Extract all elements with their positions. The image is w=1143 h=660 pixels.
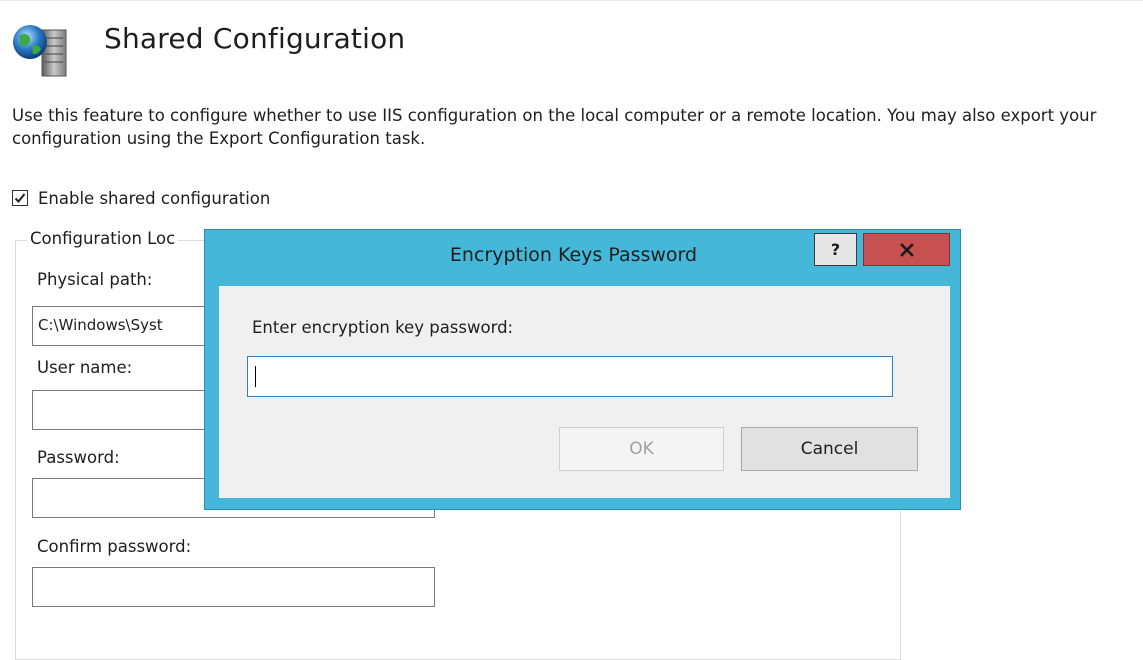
feature-description: Use this feature to configure whether to…	[12, 106, 1097, 148]
password-label: Password:	[37, 448, 120, 467]
top-border	[0, 0, 1143, 1]
enable-shared-config-label: Enable shared configuration	[38, 188, 271, 208]
close-button[interactable]	[863, 233, 950, 266]
user-name-label: User name:	[37, 358, 133, 377]
confirm-password-label: Confirm password:	[37, 537, 192, 556]
encryption-keys-password-dialog: Encryption Keys Password ? Enter encrypt…	[204, 229, 961, 510]
enable-shared-config-checkbox[interactable]	[12, 190, 28, 206]
iis-server-globe-icon	[10, 22, 72, 78]
enable-shared-config-row[interactable]: Enable shared configuration	[12, 186, 270, 210]
checkmark-icon	[14, 193, 26, 203]
cancel-button[interactable]: Cancel	[741, 427, 918, 471]
physical-path-label: Physical path:	[37, 270, 153, 289]
text-caret	[255, 366, 256, 387]
close-icon	[899, 242, 914, 257]
encryption-password-input[interactable]	[247, 356, 893, 397]
dialog-body: Enter encryption key password: OK Cancel	[219, 286, 950, 498]
configuration-location-legend: Configuration Loc	[27, 229, 179, 248]
page-title: Shared Configuration	[104, 22, 406, 55]
help-button[interactable]: ?	[814, 233, 857, 266]
confirm-password-input[interactable]	[32, 567, 435, 607]
ok-button[interactable]: OK	[559, 427, 724, 471]
encryption-password-prompt: Enter encryption key password:	[252, 318, 514, 337]
